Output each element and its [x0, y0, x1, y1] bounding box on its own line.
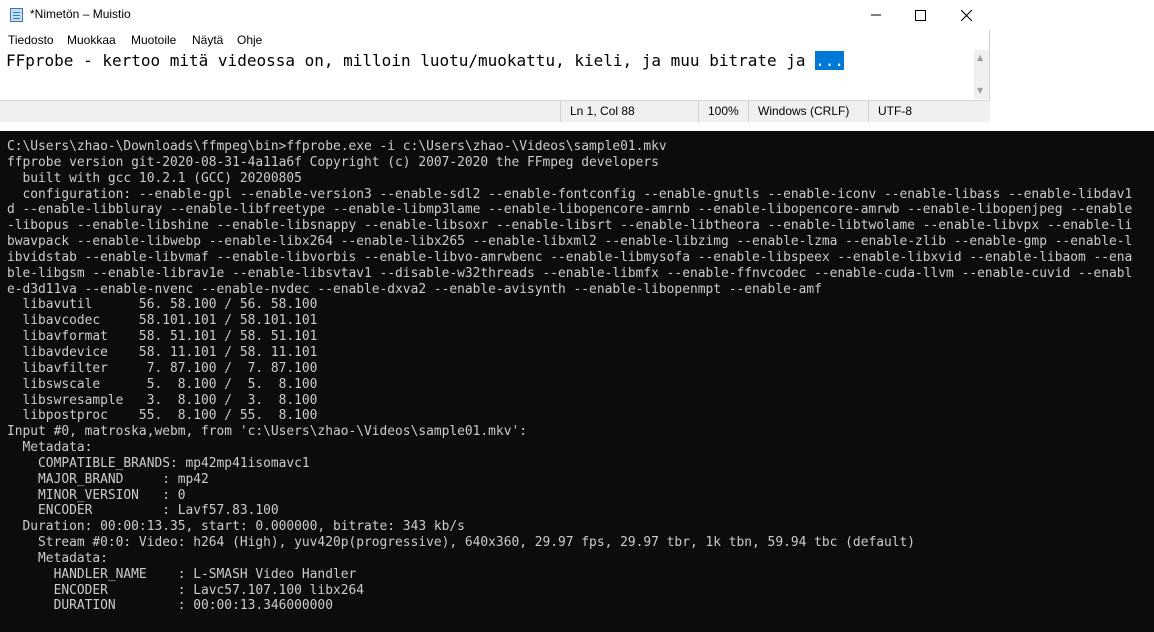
console-line: bwavpack --enable-libwebp --enable-libx2… [7, 234, 1133, 250]
console-output: C:\Users\zhao-\Downloads\ffmpeg\bin>ffpr… [7, 139, 1132, 614]
console-line: configuration: --enable-gpl --enable-ver… [7, 186, 1133, 202]
title-bar[interactable]: *Nimetön – Muistio [0, 0, 990, 30]
console-line: ENCODER : Lavc57.107.100 libx264 [7, 582, 364, 598]
console-line: libavcodec 58.101.101 / 58.101.101 [7, 313, 318, 329]
notepad-window: *Nimetön – Muistio Tiedosto Muokkaa Muot… [0, 0, 990, 122]
console-line: COMPATIBLE_BRANDS: mp42mp41isomavc1 [7, 455, 310, 471]
console-line: Metadata: [7, 440, 93, 456]
notepad-app-icon [10, 8, 23, 22]
text-editor[interactable]: FFprobe - kertoo mitä videossa on, millo… [0, 50, 974, 99]
vertical-scrollbar[interactable]: ▲ ▼ [974, 50, 989, 99]
status-cursor-position: Ln 1, Col 88 [560, 101, 698, 122]
console-line: libpostproc 55. 8.100 / 55. 8.100 [7, 408, 318, 424]
console-line: MAJOR_BRAND : mp42 [7, 471, 209, 487]
console-line: C:\Users\zhao-\Downloads\ffmpeg\bin>ffpr… [7, 139, 667, 154]
console-line: libswscale 5. 8.100 / 5. 8.100 [7, 376, 318, 392]
maximize-icon [915, 9, 926, 21]
console-line: ENCODER : Lavf57.83.100 [7, 503, 279, 519]
status-zoom: 100% [698, 101, 748, 122]
window-title: *Nimetön – Muistio [30, 7, 131, 21]
console-line: ibvidstab --enable-libvmaf --enable-libv… [7, 249, 1133, 265]
close-icon [961, 9, 972, 21]
console-line: built with gcc 10.2.1 (GCC) 20200805 [7, 170, 302, 186]
console-window[interactable]: C:\Users\zhao-\Downloads\ffmpeg\bin>ffpr… [0, 131, 1154, 632]
minimize-button[interactable] [853, 0, 898, 30]
console-line: Input #0, matroska,webm, from 'c:\Users\… [7, 424, 527, 440]
editor-text: FFprobe - kertoo mitä videossa on, millo… [6, 51, 816, 70]
menu-format[interactable]: Muotoile [131, 33, 176, 47]
console-line: Metadata: [7, 550, 108, 566]
console-line: HANDLER_NAME : L-SMASH Video Handler [7, 566, 357, 582]
scroll-up-icon[interactable]: ▲ [977, 53, 983, 62]
editor-selection: ... [815, 51, 845, 70]
menu-view[interactable]: Näytä [192, 33, 223, 47]
console-line: Duration: 00:00:13.35, start: 0.000000, … [7, 519, 465, 535]
console-line: d --enable-libbluray --enable-libfreetyp… [7, 202, 1133, 218]
console-line: -libopus --enable-libshine --enable-libs… [7, 218, 1133, 234]
console-line: libavutil 56. 58.100 / 56. 58.100 [7, 297, 318, 313]
minimize-icon [870, 14, 881, 16]
menu-edit[interactable]: Muokkaa [67, 33, 116, 47]
console-line: Stream #0:0: Video: h264 (High), yuv420p… [7, 535, 916, 551]
console-line: MINOR_VERSION : 0 [7, 487, 186, 503]
console-line: libavformat 58. 51.101 / 58. 51.101 [7, 329, 318, 345]
close-button[interactable] [944, 0, 989, 30]
status-encoding: UTF-8 [868, 101, 990, 122]
menu-help[interactable]: Ohje [237, 33, 262, 47]
maximize-button[interactable] [898, 0, 943, 30]
console-line: libswresample 3. 8.100 / 3. 8.100 [7, 392, 318, 408]
console-line: DURATION : 00:00:13.346000000 [7, 598, 333, 614]
status-bar: Ln 1, Col 88 100% Windows (CRLF) UTF-8 [0, 100, 990, 122]
console-line: e-d3d11va --enable-nvenc --enable-nvdec … [7, 281, 822, 297]
scroll-down-icon[interactable]: ▼ [977, 86, 983, 95]
menu-bar: Tiedosto Muokkaa Muotoile Näytä Ohje [0, 30, 990, 50]
status-line-ending: Windows (CRLF) [748, 101, 868, 122]
console-line: libavfilter 7. 87.100 / 7. 87.100 [7, 360, 318, 376]
console-line: ffprobe version git-2020-08-31-4a11a6f C… [7, 154, 659, 170]
console-line: ble-libgsm --enable-librav1e --enable-li… [7, 265, 1133, 281]
menu-file[interactable]: Tiedosto [8, 33, 54, 47]
console-line: libavdevice 58. 11.101 / 58. 11.101 [7, 344, 318, 360]
